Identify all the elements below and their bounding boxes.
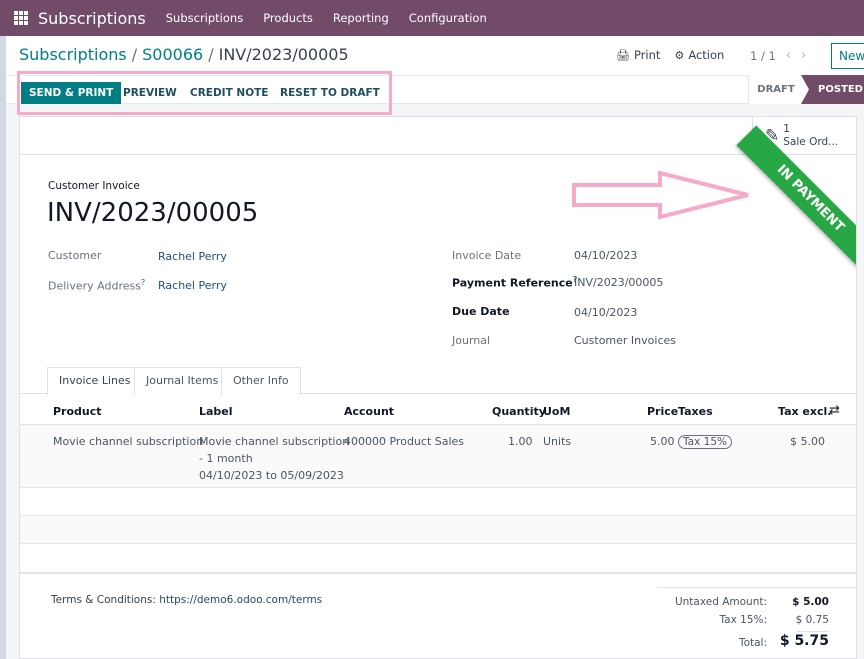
table-row[interactable]: Movie channel subscription Movie channel… bbox=[20, 426, 856, 488]
cell-uom: Units bbox=[543, 435, 572, 448]
annotation-arrow-icon bbox=[572, 171, 749, 220]
totals-block: Untaxed Amount: $ 5.00 Tax 15%: $ 0.75 T… bbox=[657, 587, 856, 649]
total-value: $ 5.75 bbox=[779, 633, 829, 649]
untaxed-label: Untaxed Amount: bbox=[674, 596, 767, 608]
col-account[interactable]: Account bbox=[344, 405, 394, 418]
cell-quantity: 1.00 bbox=[508, 435, 533, 448]
col-taxes[interactable]: Taxes bbox=[678, 405, 713, 418]
form-sheet: ✎ 1 Sale Ord... IN PAYMENT Customer Invo… bbox=[19, 116, 857, 659]
chevron-right-icon[interactable]: › bbox=[801, 48, 806, 63]
tax-badge: Tax 15% bbox=[678, 435, 732, 449]
breadcrumb-current: INV/2023/00005 bbox=[218, 45, 349, 64]
print-button[interactable]: 🖨 Print bbox=[616, 48, 660, 62]
action-button[interactable]: ⚙ Action bbox=[674, 48, 724, 62]
cell-label: Movie channel subscription - 1 month 04/… bbox=[199, 435, 350, 482]
document-type: Customer Invoice bbox=[48, 180, 140, 192]
cell-product: Movie channel subscription bbox=[53, 435, 204, 448]
col-price[interactable]: Price bbox=[647, 405, 678, 418]
top-navbar: Subscriptions Subscriptions Products Rep… bbox=[0, 0, 864, 36]
col-product[interactable]: Product bbox=[53, 405, 102, 418]
pager: 1 / 1 ‹ › bbox=[750, 48, 806, 63]
app-name[interactable]: Subscriptions bbox=[38, 9, 146, 28]
terms-and-conditions: Terms & Conditions: https://demo6.odoo.c… bbox=[51, 594, 322, 606]
untaxed-value: $ 5.00 bbox=[792, 596, 829, 608]
breadcrumb-subscriptions[interactable]: Subscriptions bbox=[19, 45, 127, 64]
cell-account: 400000 Product Sales bbox=[344, 435, 465, 448]
pager-value[interactable]: 1 / 1 bbox=[750, 49, 776, 63]
tab-journal-items[interactable]: Journal Items bbox=[134, 367, 231, 395]
cell-price: 5.00 bbox=[650, 435, 675, 448]
preview-button[interactable]: PREVIEW bbox=[123, 82, 177, 104]
menu-configuration[interactable]: Configuration bbox=[409, 11, 487, 25]
payment-reference-label: Payment Reference? bbox=[452, 275, 578, 290]
col-label[interactable]: Label bbox=[199, 405, 233, 418]
cell-tax-excl: $ 5.00 bbox=[790, 435, 825, 448]
tab-other-info[interactable]: Other Info bbox=[221, 367, 301, 395]
help-icon[interactable]: ? bbox=[141, 278, 145, 287]
stage-draft[interactable]: DRAFT bbox=[748, 75, 803, 104]
empty-row bbox=[20, 516, 856, 544]
breadcrumb-separator: / bbox=[208, 45, 214, 64]
cp-actions: 🖨 Print ⚙ Action bbox=[616, 48, 738, 62]
delivery-address-field[interactable]: Rachel Perry bbox=[158, 279, 227, 292]
button-box: ✎ 1 Sale Ord... bbox=[20, 117, 856, 155]
delivery-address-label: Delivery Address? bbox=[48, 278, 146, 293]
lines-table-header: Product Label Account Quantity UoM Price… bbox=[20, 397, 856, 425]
new-button[interactable]: New bbox=[831, 43, 864, 69]
gear-icon: ⚙ bbox=[674, 48, 685, 62]
journal-field[interactable]: Customer Invoices bbox=[574, 334, 676, 347]
invoice-number: INV/2023/00005 bbox=[47, 198, 259, 228]
invoice-date-label: Invoice Date bbox=[452, 249, 522, 262]
tax-label: Tax 15%: bbox=[719, 614, 767, 626]
smart-button-count: 1 bbox=[783, 123, 790, 135]
breadcrumb: Subscriptions / S00066/INV/2023/00005 bbox=[19, 45, 349, 64]
action-label: Action bbox=[688, 48, 725, 62]
col-uom[interactable]: UoM bbox=[543, 405, 570, 418]
credit-note-button[interactable]: CREDIT NOTE bbox=[190, 82, 268, 104]
notebook-tabs: Invoice Lines Journal Items Other Info bbox=[20, 366, 856, 395]
cell-taxes: Tax 15% bbox=[678, 433, 732, 451]
total-label: Total: bbox=[738, 637, 767, 649]
empty-row bbox=[20, 544, 856, 573]
menu-products[interactable]: Products bbox=[263, 11, 313, 25]
invoice-date-field[interactable]: 04/10/2023 bbox=[574, 249, 637, 262]
status-bar: SEND & PRINT PREVIEW CREDIT NOTE RESET T… bbox=[6, 75, 864, 104]
journal-label: Journal bbox=[452, 334, 491, 347]
reset-to-draft-button[interactable]: RESET TO DRAFT bbox=[280, 82, 380, 104]
breadcrumb-separator: / bbox=[131, 45, 138, 64]
tab-invoice-lines[interactable]: Invoice Lines bbox=[47, 367, 143, 395]
send-print-button[interactable]: SEND & PRINT bbox=[21, 82, 122, 104]
left-edge bbox=[0, 36, 6, 659]
tax-value: $ 0.75 bbox=[795, 614, 829, 626]
terms-link[interactable]: https://demo6.odoo.com/terms bbox=[159, 594, 322, 606]
breadcrumb-order[interactable]: S00066 bbox=[142, 45, 203, 64]
col-tax-excl[interactable]: Tax excl. bbox=[778, 405, 831, 418]
printer-icon: 🖨 bbox=[616, 48, 630, 62]
payment-reference-field[interactable]: INV/2023/00005 bbox=[574, 276, 663, 289]
empty-row bbox=[20, 488, 856, 516]
chevron-left-icon[interactable]: ‹ bbox=[786, 48, 791, 63]
due-date-label: Due Date bbox=[452, 305, 510, 318]
print-label: Print bbox=[633, 48, 661, 62]
due-date-field[interactable]: 04/10/2023 bbox=[574, 306, 637, 319]
apps-grid-icon[interactable] bbox=[14, 11, 28, 25]
customer-label: Customer bbox=[48, 249, 102, 262]
terms-label: Terms & Conditions: bbox=[51, 594, 156, 606]
col-quantity[interactable]: Quantity bbox=[492, 405, 546, 418]
totals-divider bbox=[797, 631, 829, 632]
optional-columns-icon[interactable]: ⇄ bbox=[829, 403, 840, 418]
menu-subscriptions[interactable]: Subscriptions bbox=[166, 11, 243, 25]
footer-divider bbox=[20, 573, 856, 574]
customer-field[interactable]: Rachel Perry bbox=[158, 250, 227, 263]
menu-reporting[interactable]: Reporting bbox=[333, 11, 389, 25]
smart-button-label: Sale Ord... bbox=[783, 136, 839, 148]
stage-posted[interactable]: POSTED bbox=[801, 75, 864, 104]
